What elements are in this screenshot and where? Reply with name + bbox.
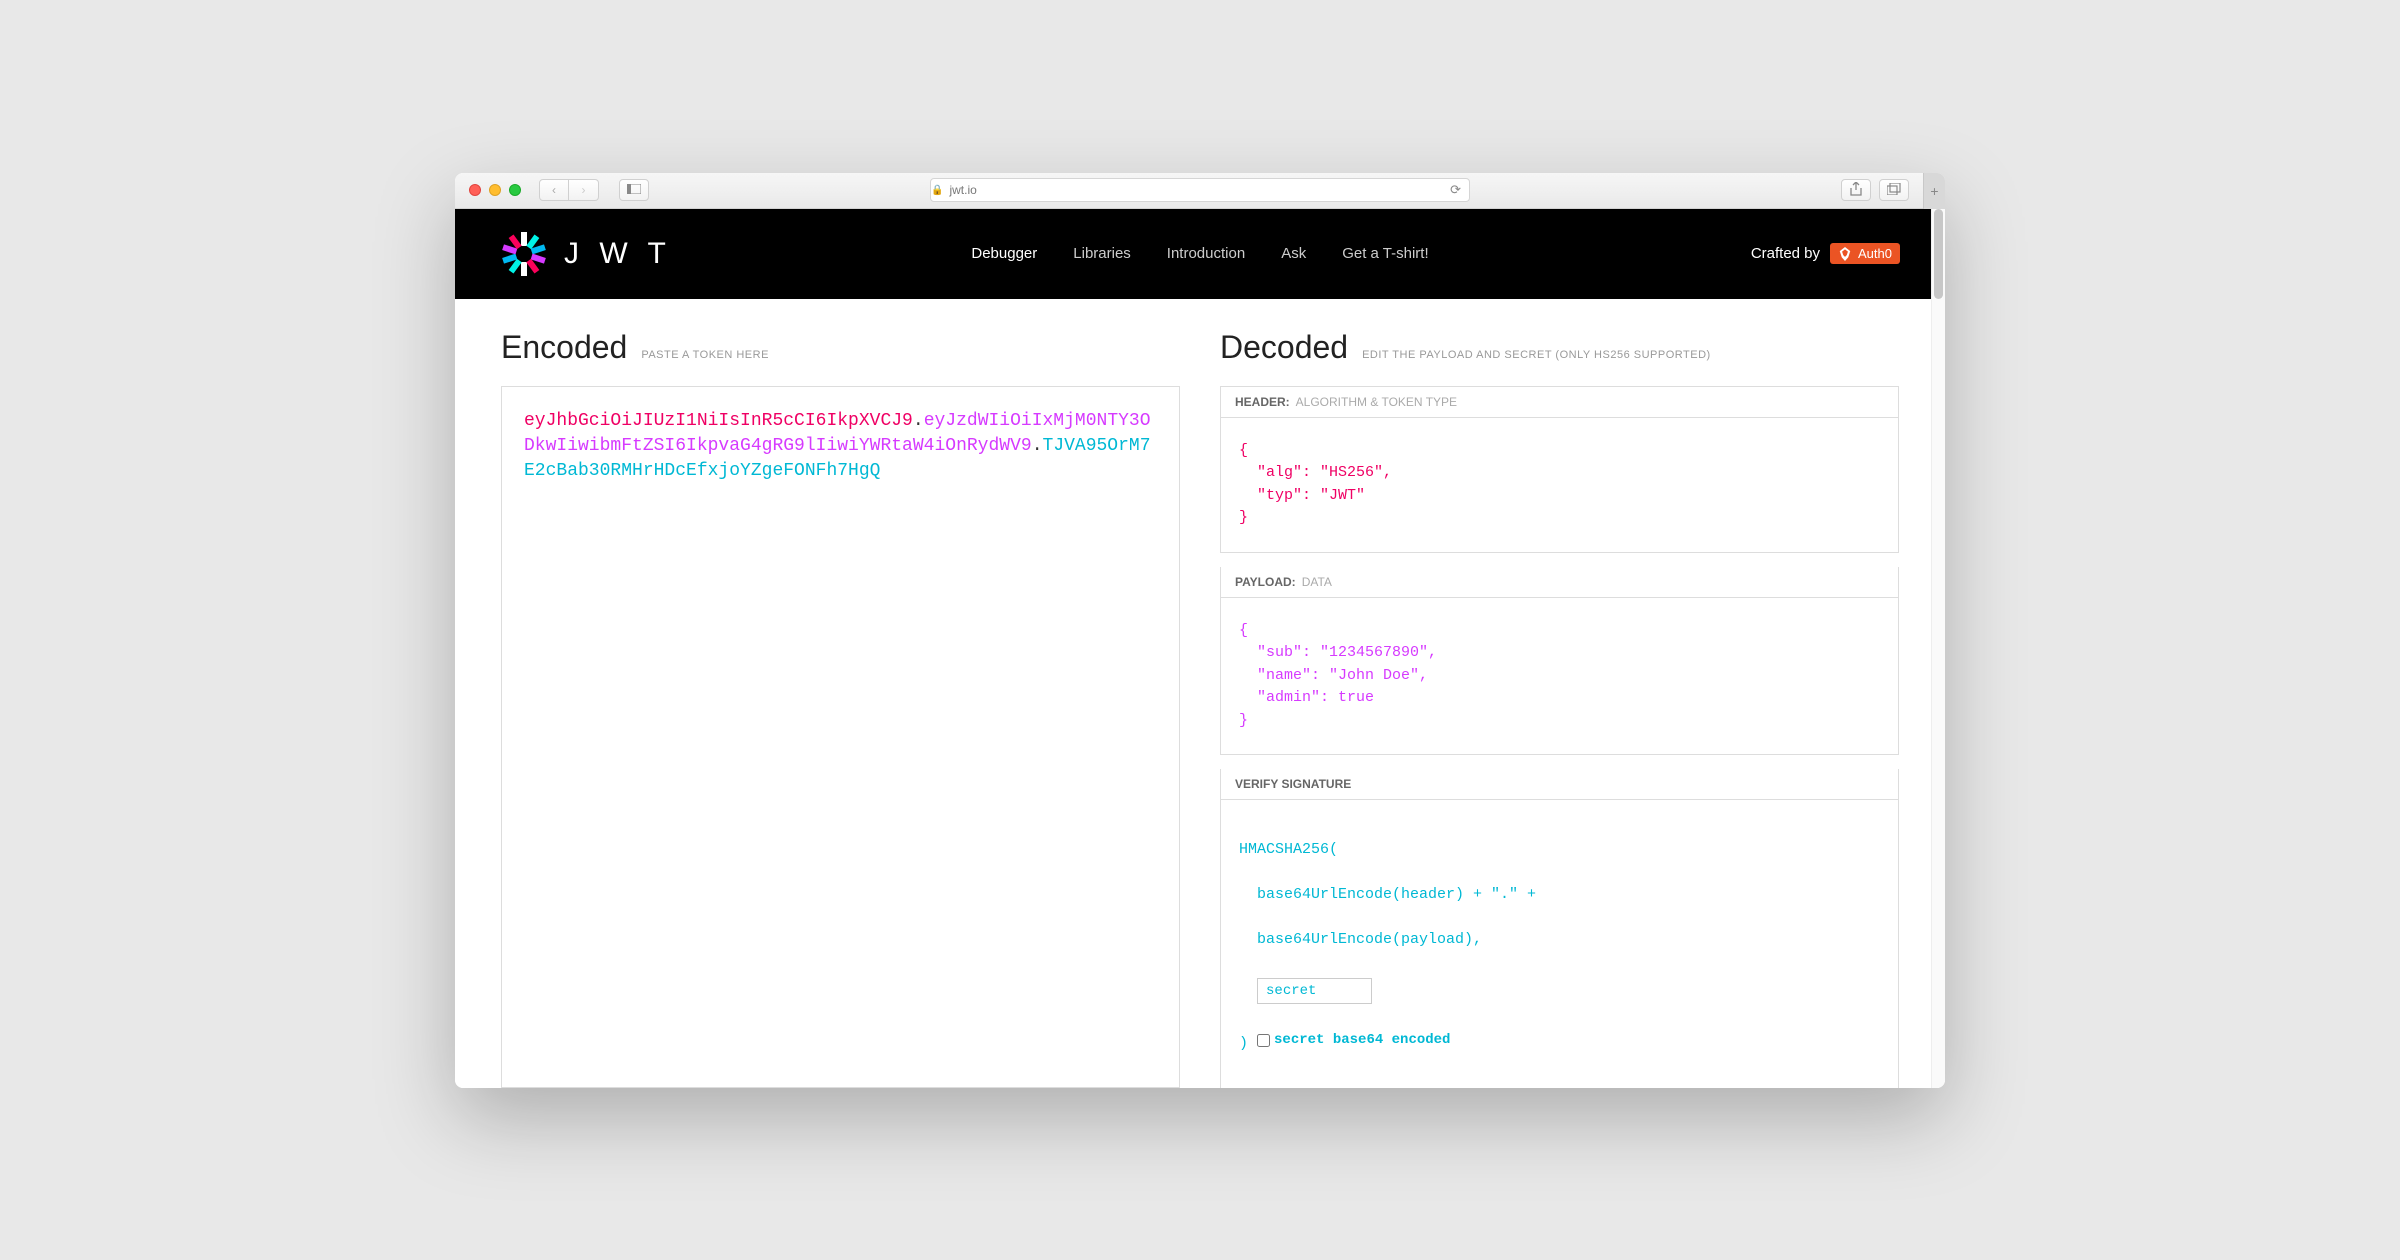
secret-input[interactable] [1257, 978, 1372, 1004]
site-logo[interactable]: J W T [500, 230, 672, 278]
decoded-payload-label: PAYLOAD: DATA [1220, 567, 1899, 598]
window-close-button[interactable] [469, 184, 481, 196]
decoded-hint: EDIT THE PAYLOAD AND SECRET (ONLY HS256 … [1362, 349, 1711, 361]
nav-libraries[interactable]: Libraries [1073, 245, 1131, 262]
decoded-header-label-sub: ALGORITHM & TOKEN TYPE [1296, 395, 1457, 409]
decoded-payload-label-sub: DATA [1302, 575, 1332, 589]
crafted-by-label: Crafted by [1751, 245, 1820, 262]
main-content: Encoded PASTE A TOKEN HERE eyJhbGciOiJIU… [455, 299, 1945, 1088]
token-dot: . [913, 411, 924, 431]
sig-line-1: HMACSHA256( [1239, 839, 1880, 862]
chevron-right-icon: › [582, 183, 586, 197]
page-scrollbar-thumb[interactable] [1934, 209, 1943, 299]
decoded-header-label: HEADER: ALGORITHM & TOKEN TYPE [1220, 386, 1899, 418]
tabs-icon [1887, 183, 1901, 198]
nav-ask[interactable]: Ask [1281, 245, 1306, 262]
encoded-column: Encoded PASTE A TOKEN HERE eyJhbGciOiJIU… [501, 329, 1180, 1088]
sig-line-2: base64UrlEncode(header) + "." + [1239, 884, 1880, 907]
jwt-logo-icon [500, 230, 548, 278]
nav-introduction[interactable]: Introduction [1167, 245, 1245, 262]
decoded-sections: HEADER: ALGORITHM & TOKEN TYPE { "alg": … [1220, 386, 1899, 1088]
titlebar-right-buttons [1841, 179, 1909, 201]
decoded-title-row: Decoded EDIT THE PAYLOAD AND SECRET (ONL… [1220, 329, 1899, 366]
sig-line-3: base64UrlEncode(payload), [1239, 929, 1880, 952]
sidebar-icon [627, 184, 641, 197]
window-minimize-button[interactable] [489, 184, 501, 196]
nav-arrows: ‹ › [539, 179, 599, 201]
encoded-hint: PASTE A TOKEN HERE [641, 349, 769, 361]
decoded-signature-label-strong: VERIFY SIGNATURE [1235, 777, 1351, 791]
lock-icon: 🔒 [931, 185, 943, 196]
decoded-header-label-strong: HEADER: [1235, 395, 1290, 409]
window-maximize-button[interactable] [509, 184, 521, 196]
secret-base64-text: secret base64 encoded [1274, 1030, 1450, 1051]
auth0-badge[interactable]: Auth0 [1830, 243, 1900, 264]
share-button[interactable] [1841, 179, 1871, 201]
browser-titlebar: ‹ › 🔒 jwt.io ⟳ + [455, 173, 1945, 209]
secret-base64-label[interactable]: secret base64 encoded [1257, 1030, 1450, 1051]
encoded-title-row: Encoded PASTE A TOKEN HERE [501, 329, 1180, 366]
encoded-token-input[interactable]: eyJhbGciOiJIUzI1NiIsInR5cCI6IkpXVCJ9.eyJ… [501, 386, 1180, 1088]
site-header: J W T Debugger Libraries Introduction As… [455, 209, 1945, 299]
nav-tshirt[interactable]: Get a T-shirt! [1342, 245, 1428, 262]
plus-icon: + [1930, 183, 1938, 199]
site-logo-text: J W T [564, 237, 672, 271]
decoded-payload-label-strong: PAYLOAD: [1235, 575, 1296, 589]
encoded-title: Encoded [501, 329, 627, 366]
share-icon [1850, 182, 1862, 199]
token-dot: . [1032, 436, 1043, 456]
nav-debugger[interactable]: Debugger [971, 245, 1037, 262]
decoded-signature-label: VERIFY SIGNATURE [1220, 769, 1899, 800]
decoded-signature-body: HMACSHA256( base64UrlEncode(header) + ".… [1220, 800, 1899, 1088]
address-bar-host: jwt.io [949, 183, 976, 197]
new-tab-button[interactable]: + [1923, 173, 1945, 209]
decoded-column: Decoded EDIT THE PAYLOAD AND SECRET (ONL… [1220, 329, 1899, 1088]
browser-window: ‹ › 🔒 jwt.io ⟳ + [455, 173, 1945, 1088]
sidebar-toggle-button[interactable] [619, 179, 649, 201]
decoded-header-editor[interactable]: { "alg": "HS256", "typ": "JWT" } [1220, 418, 1899, 553]
address-bar[interactable]: 🔒 jwt.io ⟳ [930, 178, 1470, 202]
reload-icon[interactable]: ⟳ [1450, 182, 1461, 198]
token-header-segment: eyJhbGciOiJIUzI1NiIsInR5cCI6IkpXVCJ9 [524, 411, 913, 431]
traffic-lights [469, 184, 521, 196]
decoded-payload-editor[interactable]: { "sub": "1234567890", "name": "John Doe… [1220, 598, 1899, 756]
crafted-by: Crafted by Auth0 [1751, 243, 1900, 264]
forward-button[interactable]: › [569, 179, 599, 201]
main-nav: Debugger Libraries Introduction Ask Get … [971, 245, 1428, 262]
sig-close-paren: ) [1239, 1035, 1248, 1052]
chevron-left-icon: ‹ [552, 183, 556, 197]
secret-base64-checkbox[interactable] [1257, 1034, 1270, 1047]
back-button[interactable]: ‹ [539, 179, 569, 201]
tabs-button[interactable] [1879, 179, 1909, 201]
page-scrollbar[interactable] [1931, 209, 1945, 1088]
auth0-icon [1838, 247, 1852, 261]
auth0-label: Auth0 [1858, 246, 1892, 261]
decoded-title: Decoded [1220, 329, 1348, 366]
